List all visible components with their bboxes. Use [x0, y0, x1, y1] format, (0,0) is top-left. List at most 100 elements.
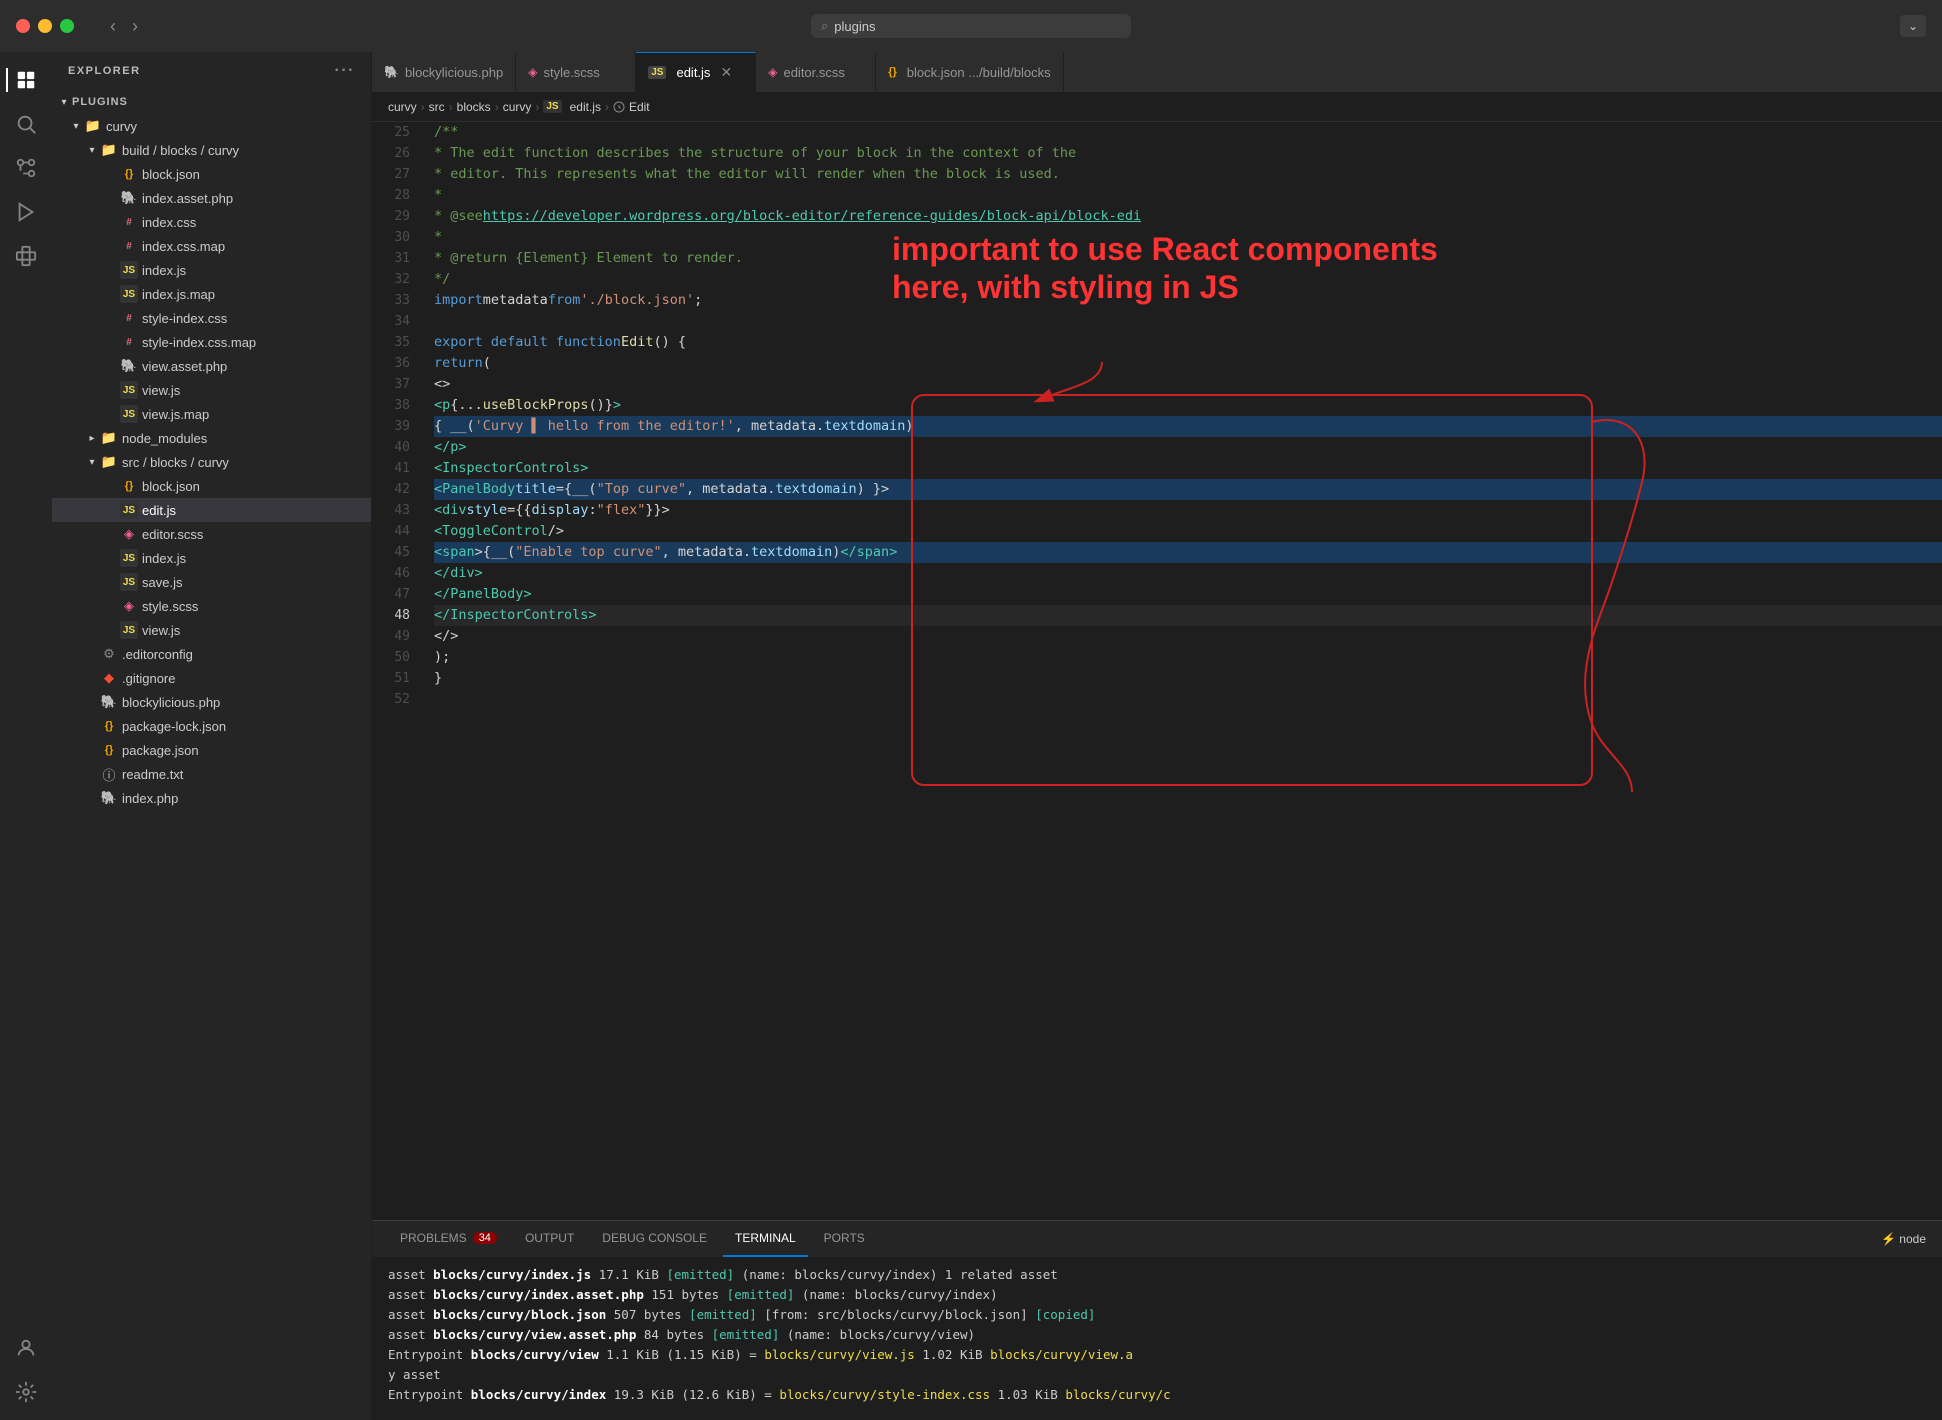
view-js-icon: JS — [120, 381, 138, 399]
code-line: <InspectorControls> — [434, 458, 1942, 479]
editor-area: 🐘 blockylicious.php ◈ style.scss JS edit… — [372, 52, 1942, 1420]
sidebar-item-edit-js[interactable]: JS edit.js — [52, 498, 371, 522]
sidebar-item-view-asset-php[interactable]: 🐘 view.asset.php — [52, 354, 371, 378]
code-content[interactable]: /** * The edit function describes the st… — [422, 122, 1942, 1220]
sidebar-item-curvy[interactable]: ▾ 📁 curvy — [52, 114, 371, 138]
tab-edit-js[interactable]: JS edit.js ✕ — [636, 52, 756, 92]
sidebar-item-save-js[interactable]: JS save.js — [52, 570, 371, 594]
style-index-css-label: style-index.css — [142, 311, 227, 326]
sidebar-item-build-blocks-curvy[interactable]: ▾ 📁 build / blocks / curvy — [52, 138, 371, 162]
edit-js-label: edit.js — [142, 503, 176, 518]
line-number: 36 — [372, 353, 410, 374]
activity-account[interactable] — [6, 1328, 46, 1368]
activity-scm[interactable] — [6, 148, 46, 188]
back-button[interactable]: ‹ — [106, 16, 120, 37]
code-line: * — [434, 227, 1942, 248]
sidebar-item-package-json[interactable]: {} package.json — [52, 738, 371, 762]
sidebar-actions[interactable]: ··· — [335, 62, 355, 80]
sidebar-item-index-js-src[interactable]: JS index.js — [52, 546, 371, 570]
forward-button[interactable]: › — [128, 16, 142, 37]
sidebar-item-gitignore[interactable]: ◆ .gitignore — [52, 666, 371, 690]
search-bar[interactable]: ⌕ — [811, 14, 1131, 38]
sidebar-item-view-js-src[interactable]: JS view.js — [52, 618, 371, 642]
index-js-src-icon: JS — [120, 549, 138, 567]
sidebar-item-index-asset-php[interactable]: 🐘 index.asset.php — [52, 186, 371, 210]
panel-tab-debug[interactable]: DEBUG CONSOLE — [590, 1221, 719, 1257]
sidebar-item-style-index-css[interactable]: # style-index.css — [52, 306, 371, 330]
sidebar-item-readme[interactable]: ⓘ readme.txt — [52, 762, 371, 786]
sidebar-item-plugins-root[interactable]: ▾ PLUGINS — [52, 90, 371, 114]
terminal-line: y asset — [388, 1365, 1926, 1385]
pkg-lock-icon: {} — [100, 717, 118, 735]
activity-debug[interactable] — [6, 192, 46, 232]
terminal-line: asset blocks/curvy/view.asset.php 84 byt… — [388, 1325, 1926, 1345]
terminal-content[interactable]: asset blocks/curvy/index.js 17.1 KiB [em… — [372, 1257, 1942, 1420]
curvy-arrow: ▾ — [68, 121, 84, 132]
panel-tab-output[interactable]: OUTPUT — [513, 1221, 586, 1257]
style-scss-tab-label: style.scss — [543, 65, 599, 80]
sidebar-item-index-js-map[interactable]: JS index.js.map — [52, 282, 371, 306]
line-number: 44 — [372, 521, 410, 542]
save-js-icon: JS — [120, 573, 138, 591]
view-js-src-label: view.js — [142, 623, 180, 638]
sidebar-item-index-css-map[interactable]: # index.css.map — [52, 234, 371, 258]
debug-label: DEBUG CONSOLE — [602, 1231, 707, 1245]
sidebar-item-src-blocks-curvy[interactable]: ▾ 📁 src / blocks / curvy — [52, 450, 371, 474]
sidebar-item-node-modules[interactable]: ▸ 📁 node_modules — [52, 426, 371, 450]
code-line: export default function Edit() { — [434, 332, 1942, 353]
sidebar-item-view-js-map[interactable]: JS view.js.map — [52, 402, 371, 426]
bc-curvy2: curvy — [503, 100, 532, 114]
problems-label: PROBLEMS — [400, 1231, 467, 1245]
sidebar-header: EXPLORER ··· — [52, 52, 371, 90]
block-json-tab-icon: {} — [888, 66, 897, 78]
line-number: 25 — [372, 122, 410, 143]
sidebar-tree: ▾ PLUGINS ▾ 📁 curvy ▾ 📁 build / blocks /… — [52, 90, 371, 1420]
close-button[interactable] — [16, 19, 30, 33]
sidebar-item-block-json-build[interactable]: {} block.json — [52, 162, 371, 186]
line-number: 50 — [372, 647, 410, 668]
sidebar-item-index-css[interactable]: # index.css — [52, 210, 371, 234]
sidebar-item-blockylicious-php[interactable]: 🐘 blockylicious.php — [52, 690, 371, 714]
line-number: 43 — [372, 500, 410, 521]
expand-button[interactable]: ⌄ — [1900, 15, 1926, 37]
activity-extensions[interactable] — [6, 236, 46, 276]
tab-block-json[interactable]: {} block.json .../build/blocks — [876, 52, 1063, 92]
maximize-button[interactable] — [60, 19, 74, 33]
sidebar-item-block-json-src[interactable]: {} block.json — [52, 474, 371, 498]
pkg-json-icon: {} — [100, 741, 118, 759]
js-icon: JS — [120, 261, 138, 279]
code-line: <> — [434, 374, 1942, 395]
line-number: 39 — [372, 416, 410, 437]
sidebar-item-package-lock-json[interactable]: {} package-lock.json — [52, 714, 371, 738]
tab-blockylicious[interactable]: 🐘 blockylicious.php — [372, 52, 516, 92]
minimize-button[interactable] — [38, 19, 52, 33]
sidebar-item-style-index-css-map[interactable]: # style-index.css.map — [52, 330, 371, 354]
src-blocks-curvy-label: src / blocks / curvy — [122, 455, 229, 470]
sidebar-item-index-js[interactable]: JS index.js — [52, 258, 371, 282]
index-js-src-label: index.js — [142, 551, 186, 566]
sidebar-item-style-scss[interactable]: ◈ style.scss — [52, 594, 371, 618]
code-editor[interactable]: 2526272829303132333435363738394041424344… — [372, 122, 1942, 1220]
expand-arrow: ▾ — [56, 97, 72, 108]
activity-settings[interactable] — [6, 1372, 46, 1412]
explorer-title: EXPLORER — [68, 65, 141, 77]
edit-js-close-button[interactable]: ✕ — [720, 64, 732, 81]
activity-explorer[interactable] — [6, 60, 46, 100]
panel-tab-ports[interactable]: PORTS — [812, 1221, 877, 1257]
activity-search[interactable] — [6, 104, 46, 144]
panel-tab-problems[interactable]: PROBLEMS 34 — [388, 1221, 509, 1257]
sidebar-item-index-php[interactable]: 🐘 index.php — [52, 786, 371, 810]
sidebar-item-editorconfig[interactable]: ⚙ .editorconfig — [52, 642, 371, 666]
style-scss-icon: ◈ — [120, 597, 138, 615]
terminal-label: TERMINAL — [735, 1231, 796, 1245]
line-numbers: 2526272829303132333435363738394041424344… — [372, 122, 422, 1220]
index-php-label: index.php — [122, 791, 178, 806]
sidebar-item-view-js[interactable]: JS view.js — [52, 378, 371, 402]
panel-actions: ⚡ node — [1881, 1232, 1926, 1246]
tab-style-scss[interactable]: ◈ style.scss — [516, 52, 636, 92]
code-line: <ToggleControl /> — [434, 521, 1942, 542]
tab-editor-scss[interactable]: ◈ editor.scss — [756, 52, 876, 92]
search-input[interactable] — [834, 19, 1121, 34]
panel-tab-terminal[interactable]: TERMINAL — [723, 1221, 808, 1257]
sidebar-item-editor-scss[interactable]: ◈ editor.scss — [52, 522, 371, 546]
